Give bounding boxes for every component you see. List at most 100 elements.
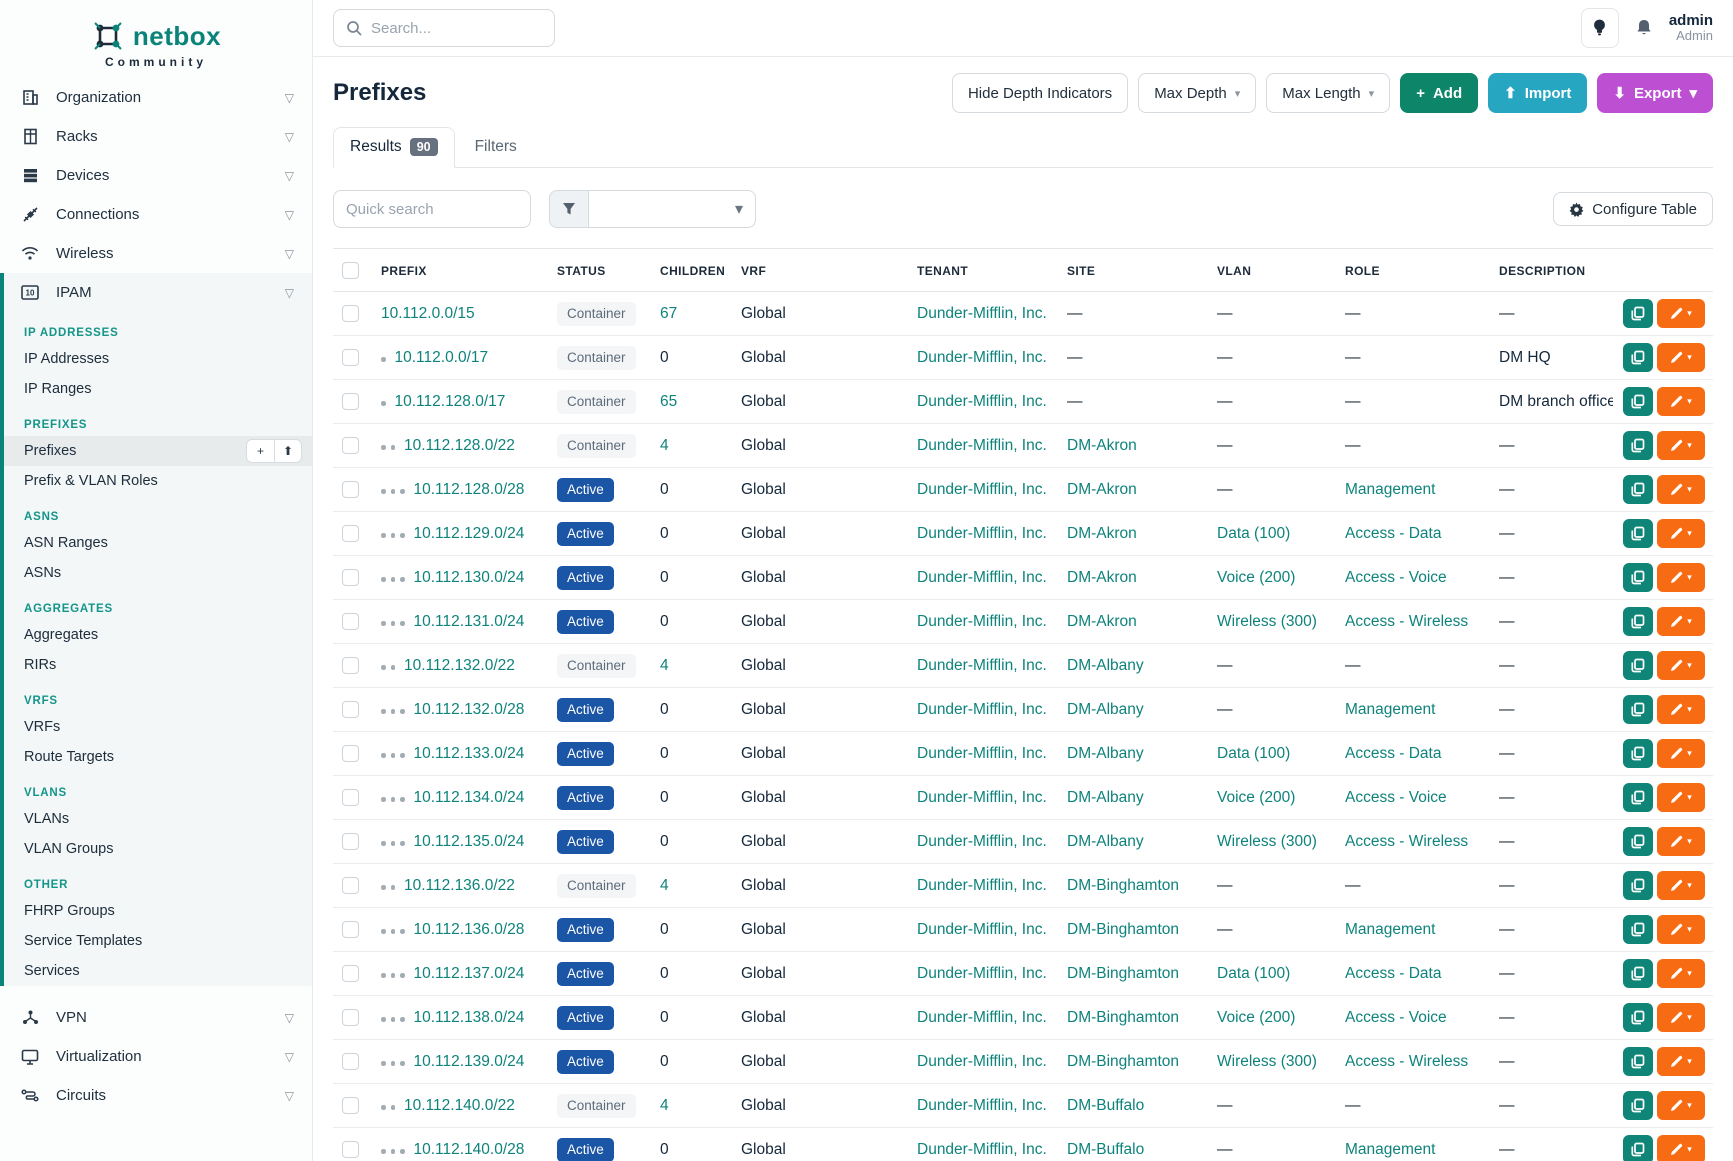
sidebar-item-prefix-vlan-roles[interactable]: Prefix & VLAN Roles [4, 466, 312, 496]
edit-button[interactable]: ▾ [1657, 1047, 1705, 1076]
tenant-link[interactable]: Dunder-Mifflin, Inc. [917, 833, 1047, 850]
edit-button[interactable]: ▾ [1657, 343, 1705, 372]
sidebar-item-asns[interactable]: ASNs [4, 558, 312, 588]
prefix-link[interactable]: 10.112.139.0/24 [414, 1053, 525, 1070]
copy-button[interactable] [1623, 1047, 1653, 1076]
prefix-link[interactable]: 10.112.138.0/24 [414, 1009, 525, 1026]
prefix-link[interactable]: 10.112.0.0/17 [395, 349, 489, 366]
vlan-link[interactable]: Wireless (300) [1217, 613, 1317, 630]
copy-button[interactable] [1623, 915, 1653, 944]
prefix-link[interactable]: 10.112.140.0/28 [414, 1141, 525, 1158]
global-search[interactable] [333, 9, 555, 47]
children-link[interactable]: 65 [660, 393, 677, 410]
row-checkbox[interactable] [342, 1009, 359, 1026]
select-all-checkbox[interactable] [342, 262, 359, 279]
upload-icon[interactable]: ⬆︎ [274, 440, 301, 462]
site-link[interactable]: DM-Albany [1067, 701, 1144, 718]
column-header-vrf[interactable]: VRF [741, 249, 917, 292]
role-link[interactable]: Access - Wireless [1345, 613, 1468, 630]
row-checkbox[interactable] [342, 305, 359, 322]
role-link[interactable]: Management [1345, 701, 1435, 718]
hide-depth-indicators-button[interactable]: Hide Depth Indicators [952, 73, 1128, 113]
tenant-link[interactable]: Dunder-Mifflin, Inc. [917, 481, 1047, 498]
row-checkbox[interactable] [342, 481, 359, 498]
copy-button[interactable] [1623, 1003, 1653, 1032]
sidebar-item-services[interactable]: Services [4, 956, 312, 986]
search-input[interactable] [371, 20, 542, 37]
row-checkbox[interactable] [342, 1053, 359, 1070]
role-link[interactable]: Management [1345, 921, 1435, 938]
row-checkbox[interactable] [342, 745, 359, 762]
add-button[interactable]: +Add [1400, 73, 1478, 113]
copy-button[interactable] [1623, 299, 1653, 328]
row-checkbox[interactable] [342, 877, 359, 894]
prefix-link[interactable]: 10.112.132.0/22 [404, 657, 515, 674]
site-link[interactable]: DM-Akron [1067, 569, 1137, 586]
column-header-tenant[interactable]: TENANT [917, 249, 1067, 292]
copy-button[interactable] [1623, 519, 1653, 548]
user-menu[interactable]: admin Admin [1669, 12, 1713, 44]
row-checkbox[interactable] [342, 525, 359, 542]
sidebar-item-connections[interactable]: Connections▽ [0, 195, 312, 234]
vlan-link[interactable]: Data (100) [1217, 525, 1290, 542]
prefix-link[interactable]: 10.112.128.0/28 [414, 481, 525, 498]
vlan-link[interactable]: Voice (200) [1217, 789, 1295, 806]
column-header-prefix[interactable]: PREFIX [381, 249, 557, 292]
site-link[interactable]: DM-Binghamton [1067, 921, 1179, 938]
copy-button[interactable] [1623, 1091, 1653, 1120]
site-link[interactable]: DM-Albany [1067, 833, 1144, 850]
role-link[interactable]: Access - Wireless [1345, 1053, 1468, 1070]
prefix-link[interactable]: 10.112.128.0/22 [404, 437, 515, 454]
tenant-link[interactable]: Dunder-Mifflin, Inc. [917, 437, 1047, 454]
quick-search-input[interactable] [333, 190, 531, 228]
sidebar-item-vlan-groups[interactable]: VLAN Groups [4, 834, 312, 864]
saved-filter-select[interactable]: ▾ [589, 190, 756, 228]
edit-button[interactable]: ▾ [1657, 519, 1705, 548]
row-checkbox[interactable] [342, 1097, 359, 1114]
role-link[interactable]: Access - Voice [1345, 569, 1447, 586]
tenant-link[interactable]: Dunder-Mifflin, Inc. [917, 921, 1047, 938]
tab-results[interactable]: Results 90 [333, 127, 455, 168]
tenant-link[interactable]: Dunder-Mifflin, Inc. [917, 965, 1047, 982]
tab-filters[interactable]: Filters [459, 128, 533, 167]
configure-table-button[interactable]: Configure Table [1553, 192, 1713, 226]
copy-button[interactable] [1623, 1135, 1653, 1161]
vlan-link[interactable]: Wireless (300) [1217, 833, 1317, 850]
prefix-link[interactable]: 10.112.128.0/17 [395, 393, 506, 410]
column-header-description[interactable]: DESCRIPTION [1499, 249, 1613, 292]
prefix-link[interactable]: 10.112.136.0/22 [404, 877, 515, 894]
copy-button[interactable] [1623, 563, 1653, 592]
vlan-link[interactable]: Wireless (300) [1217, 1053, 1317, 1070]
prefix-link[interactable]: 10.112.131.0/24 [414, 613, 525, 630]
tenant-link[interactable]: Dunder-Mifflin, Inc. [917, 657, 1047, 674]
column-header-role[interactable]: ROLE [1345, 249, 1499, 292]
site-link[interactable]: DM-Buffalo [1067, 1097, 1144, 1114]
children-link[interactable]: 67 [660, 305, 677, 322]
sidebar-item-prefixes[interactable]: Prefixes+⬆︎ [4, 436, 312, 466]
edit-button[interactable]: ▾ [1657, 651, 1705, 680]
tenant-link[interactable]: Dunder-Mifflin, Inc. [917, 701, 1047, 718]
sidebar-item-circuits[interactable]: Circuits▽ [0, 1076, 312, 1115]
sidebar-item-ip-addresses[interactable]: IP Addresses [4, 344, 312, 374]
sidebar-item-fhrp-groups[interactable]: FHRP Groups [4, 896, 312, 926]
edit-button[interactable]: ▾ [1657, 607, 1705, 636]
tenant-link[interactable]: Dunder-Mifflin, Inc. [917, 305, 1047, 322]
edit-button[interactable]: ▾ [1657, 563, 1705, 592]
export-dropdown[interactable]: ⬇︎Export▾ [1597, 73, 1713, 113]
edit-button[interactable]: ▾ [1657, 783, 1705, 812]
brand[interactable]: netbox Community [0, 0, 312, 78]
site-link[interactable]: DM-Akron [1067, 481, 1137, 498]
edit-button[interactable]: ▾ [1657, 739, 1705, 768]
tenant-link[interactable]: Dunder-Mifflin, Inc. [917, 1009, 1047, 1026]
vlan-link[interactable]: Data (100) [1217, 965, 1290, 982]
site-link[interactable]: DM-Binghamton [1067, 1053, 1179, 1070]
children-link[interactable]: 4 [660, 437, 669, 454]
edit-button[interactable]: ▾ [1657, 431, 1705, 460]
prefix-link[interactable]: 10.112.130.0/24 [414, 569, 525, 586]
role-link[interactable]: Access - Wireless [1345, 833, 1468, 850]
prefix-link[interactable]: 10.112.140.0/22 [404, 1097, 515, 1114]
column-header-children[interactable]: CHILDREN [660, 249, 741, 292]
site-link[interactable]: DM-Binghamton [1067, 1009, 1179, 1026]
plus-icon[interactable]: + [247, 440, 274, 462]
copy-button[interactable] [1623, 871, 1653, 900]
